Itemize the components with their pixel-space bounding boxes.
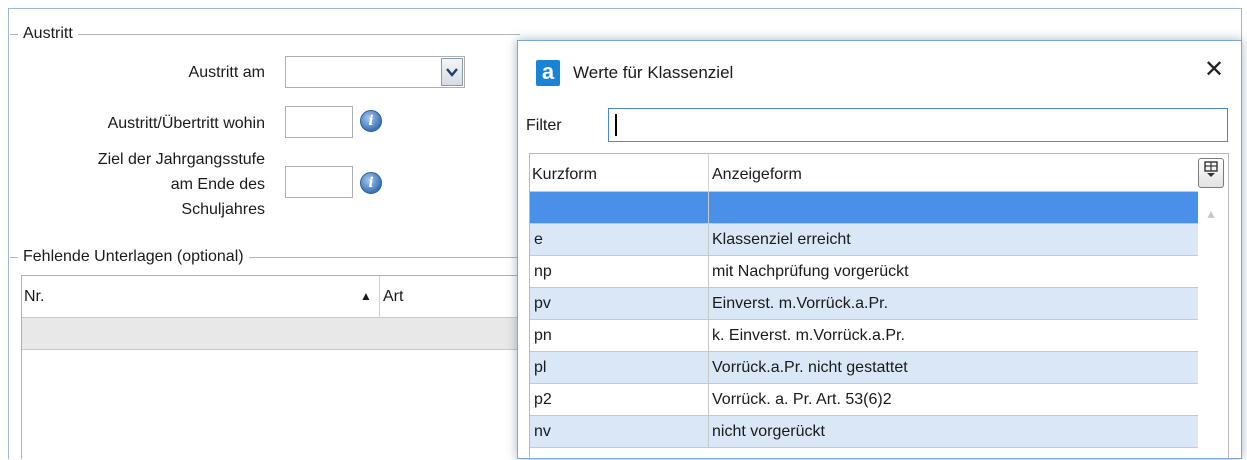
column-chooser-icon[interactable] <box>1198 158 1224 188</box>
col-header-kurzform[interactable]: Kurzform <box>530 154 709 192</box>
column-chooser-glyph <box>1204 161 1218 177</box>
chevron-down-icon <box>446 68 458 77</box>
grid-row[interactable]: p2 Vorrück. a. Pr. Art. 53(6)2 <box>530 384 1198 416</box>
table-row[interactable] <box>22 318 520 350</box>
wohin-label: Austritt/Übertritt wohin <box>107 115 265 132</box>
austritt-group-title: Austritt <box>18 24 78 44</box>
dialog-title: Werte für Klassenziel <box>573 63 734 82</box>
cell-anzeigeform: mit Nachprüfung vorgerückt <box>712 263 909 280</box>
col-header-art[interactable]: Art <box>383 288 403 306</box>
grid-header: Kurzform Anzeigeform <box>530 154 1198 192</box>
cell-kurzform: pn <box>530 320 709 351</box>
app-icon: a <box>536 60 560 86</box>
cell-anzeigeform: nicht vorgerückt <box>712 423 825 440</box>
ziel-label-line2: am Ende des <box>170 176 265 193</box>
cell-kurzform <box>530 192 709 223</box>
close-icon[interactable]: ✕ <box>1199 55 1229 85</box>
grid-row[interactable]: np mit Nachprüfung vorgerückt <box>530 256 1198 288</box>
values-grid: Kurzform Anzeigeform ▲ e Klassenziel err… <box>529 153 1229 460</box>
col-header-anzeigeform[interactable]: Anzeigeform <box>709 154 1198 192</box>
text-caret <box>615 114 617 136</box>
cell-kurzform: nv <box>530 416 709 447</box>
cell-anzeigeform: Vorrück.a.Pr. nicht gestattet <box>712 359 908 376</box>
cell-anzeigeform <box>709 192 1198 223</box>
ziel-label-line3: Schuljahres <box>181 201 265 218</box>
cell-kurzform: e <box>530 224 709 255</box>
unterlagen-table: Nr. ▲ Art <box>21 275 521 459</box>
filter-label: Filter <box>526 117 562 134</box>
grid-rows: e Klassenziel erreicht np mit Nachprüfun… <box>530 192 1198 448</box>
scroll-up-icon[interactable]: ▲ <box>1203 207 1219 223</box>
filter-input[interactable] <box>608 108 1228 142</box>
grid-row[interactable]: pn k. Einverst. m.Vorrück.a.Pr. <box>530 320 1198 352</box>
werte-dialog: a Werte für Klassenziel ✕ Filter Kurzfor… <box>517 40 1242 460</box>
fehlende-group-title: Fehlende Unterlagen (optional) <box>18 247 249 267</box>
cell-anzeigeform: Einverst. m.Vorrück.a.Pr. <box>712 295 889 312</box>
cell-kurzform: pl <box>530 352 709 383</box>
grid-row[interactable] <box>530 192 1198 224</box>
info-icon[interactable]: i <box>360 172 382 194</box>
sort-asc-icon: ▲ <box>360 289 372 303</box>
austritt-group: Austritt <box>10 24 520 44</box>
grid-row[interactable]: pv Einverst. m.Vorrück.a.Pr. <box>530 288 1198 320</box>
austritt-am-label: Austritt am <box>188 64 265 81</box>
cell-kurzform: pv <box>530 288 709 319</box>
cell-kurzform: np <box>530 256 709 287</box>
cell-anzeigeform: Klassenziel erreicht <box>712 231 851 248</box>
wohin-field[interactable] <box>285 106 353 138</box>
cell-anzeigeform: Vorrück. a. Pr. Art. 53(6)2 <box>712 391 892 408</box>
dropdown-button[interactable] <box>441 58 463 86</box>
ziel-field[interactable] <box>285 166 353 198</box>
austritt-am-field[interactable] <box>285 56 465 88</box>
ziel-label-line1: Ziel der Jahrgangsstufe <box>97 151 265 168</box>
info-icon[interactable]: i <box>360 110 382 132</box>
grid-row[interactable]: e Klassenziel erreicht <box>530 224 1198 256</box>
cell-kurzform: p2 <box>530 384 709 415</box>
fehlende-group: Fehlende Unterlagen (optional) <box>10 247 520 267</box>
table-header: Nr. ▲ Art <box>22 276 520 350</box>
grid-row[interactable]: pl Vorrück.a.Pr. nicht gestattet <box>530 352 1198 384</box>
grid-row[interactable]: nv nicht vorgerückt <box>530 416 1198 448</box>
col-header-nr[interactable]: Nr. <box>24 288 44 306</box>
cell-anzeigeform: k. Einverst. m.Vorrück.a.Pr. <box>712 327 905 344</box>
